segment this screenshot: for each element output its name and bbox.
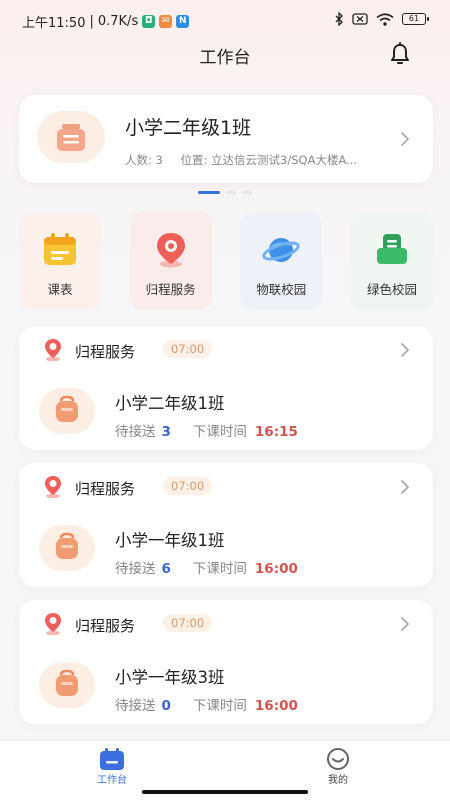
app-notification-icon: N [176, 15, 190, 28]
class-card[interactable]: 小学二年级1班 人数: 3 位置: 立达信云测试3/SQA大楼A... [19, 95, 433, 183]
class-board-icon [57, 124, 85, 151]
service-info: 待接送 6 下课时间 16:00 [115, 557, 298, 577]
pickup-count: 3 [161, 424, 171, 440]
service-time-badge: 07:00 [163, 614, 213, 632]
chevron-right-icon [401, 132, 409, 146]
end-time: 16:00 [254, 698, 298, 714]
tab-mine[interactable]: 我的 [298, 741, 378, 800]
bluetooth-icon [335, 12, 343, 26]
end-time: 16:00 [254, 561, 298, 577]
service-name: 归程服务 [75, 343, 136, 361]
app-notification-icon: ✉ [159, 15, 173, 28]
pickup-label: 待接送 [115, 698, 156, 714]
class-icon-bg [37, 111, 105, 163]
quick-item-label: 归程服务 [145, 282, 196, 297]
quick-item-green-campus[interactable]: 绿色校园 [350, 212, 433, 310]
carousel-dot [226, 191, 236, 194]
quick-item-iot-campus[interactable]: 物联校园 [240, 212, 323, 310]
class-meta: 人数: 3 位置: 立达信云测试3/SQA大楼A... [125, 152, 371, 168]
backpack-icon [56, 532, 78, 559]
status-divider: | [89, 14, 94, 29]
bell-icon[interactable] [388, 42, 412, 66]
location-pin-icon [45, 339, 61, 362]
backpack-icon [56, 669, 78, 696]
pickup-count: 0 [161, 698, 171, 714]
carousel-indicator [0, 191, 450, 194]
pickup-label: 待接送 [115, 561, 156, 577]
carousel-dot [242, 191, 252, 194]
quick-item-label: 课表 [47, 282, 73, 297]
service-time-badge: 07:00 [163, 477, 213, 495]
status-time: 上午11:50 [22, 16, 86, 31]
service-info: 待接送 0 下课时间 16:00 [115, 694, 298, 714]
service-time-badge: 07:00 [163, 340, 213, 358]
quick-item-label: 物联校园 [256, 282, 307, 297]
service-class: 小学二年级1班 [115, 394, 225, 413]
tab-workbench[interactable]: 工作台 [72, 741, 152, 800]
status-bar: 上午11:50 | 0.7K/s ◘ ✉ N 61 [0, 0, 450, 40]
chevron-right-icon [401, 617, 409, 631]
backpack-icon-bg [39, 525, 95, 571]
class-count: 人数: 3 [125, 153, 163, 167]
quick-access-grid: 课表 归程服务 物联校园 绿色校园 [19, 212, 433, 310]
service-class: 小学一年级3班 [115, 668, 225, 687]
pickup-count: 6 [161, 561, 171, 577]
chevron-right-icon [401, 343, 409, 357]
planet-icon [262, 238, 301, 262]
page-title: 工作台 [199, 48, 251, 68]
backpack-icon-bg [39, 388, 95, 434]
tab-label: 我的 [328, 775, 348, 786]
end-time-label: 下课时间 [192, 424, 247, 440]
smile-icon [327, 748, 349, 770]
class-location: 位置: 立达信云测试3/SQA大楼A... [180, 153, 358, 167]
workbench-icon [100, 748, 124, 770]
end-time-label: 下课时间 [192, 561, 247, 577]
location-pin-icon [156, 233, 185, 268]
service-name: 归程服务 [75, 617, 136, 635]
carousel-dot-active [198, 191, 220, 194]
wifi-icon [376, 12, 394, 26]
end-time: 16:15 [254, 424, 298, 440]
backpack-icon [56, 395, 78, 422]
calendar-icon [44, 233, 76, 265]
status-right: 61 [334, 12, 429, 26]
pickup-label: 待接送 [115, 424, 156, 440]
service-card[interactable]: 归程服务 07:00 小学二年级1班 待接送 3 下课时间 16:15 [19, 326, 433, 450]
home-indicator[interactable] [142, 790, 308, 794]
backpack-icon-bg [39, 662, 95, 708]
chevron-right-icon [401, 480, 409, 494]
status-left: 上午11:50 | 0.7K/s ◘ ✉ N [22, 12, 190, 31]
service-card[interactable]: 归程服务 07:00 小学一年级3班 待接送 0 下课时间 16:00 [19, 600, 433, 724]
location-pin-icon [45, 476, 61, 499]
app-notification-icon: ◘ [142, 15, 156, 28]
green-bag-icon [376, 234, 407, 264]
service-card[interactable]: 归程服务 07:00 小学一年级1班 待接送 6 下课时间 16:00 [19, 463, 433, 587]
quick-item-schedule[interactable]: 课表 [19, 212, 101, 310]
status-speed: 0.7K/s [97, 14, 139, 29]
service-class: 小学一年级1班 [115, 531, 225, 550]
service-info: 待接送 3 下课时间 16:15 [115, 420, 298, 440]
location-pin-icon [45, 613, 61, 636]
battery-icon: 61 [402, 13, 429, 25]
quick-item-label: 绿色校园 [366, 282, 417, 297]
tab-label: 工作台 [97, 775, 127, 786]
class-title: 小学二年级1班 [125, 117, 252, 139]
quick-item-return-service[interactable]: 归程服务 [129, 212, 212, 310]
end-time-label: 下课时间 [192, 698, 247, 714]
sim-off-icon [352, 13, 368, 25]
service-name: 归程服务 [75, 480, 136, 498]
